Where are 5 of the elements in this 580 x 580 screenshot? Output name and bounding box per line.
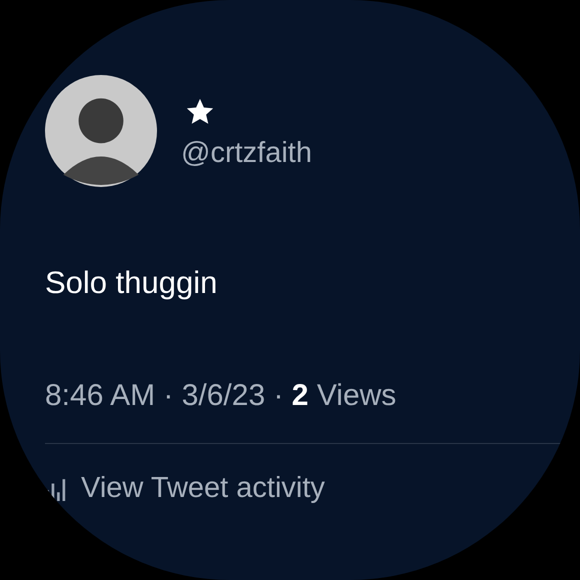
tweet-text: Solo thuggin [45, 265, 218, 301]
tweet-activity-link[interactable]: View Tweet activity [45, 472, 580, 505]
user-handle[interactable]: @crtzfaith [181, 137, 312, 170]
avatar-icon [45, 75, 157, 187]
tweet-timestamp: 8:46 AM · 3/6/23 · 2 Views [45, 379, 398, 413]
